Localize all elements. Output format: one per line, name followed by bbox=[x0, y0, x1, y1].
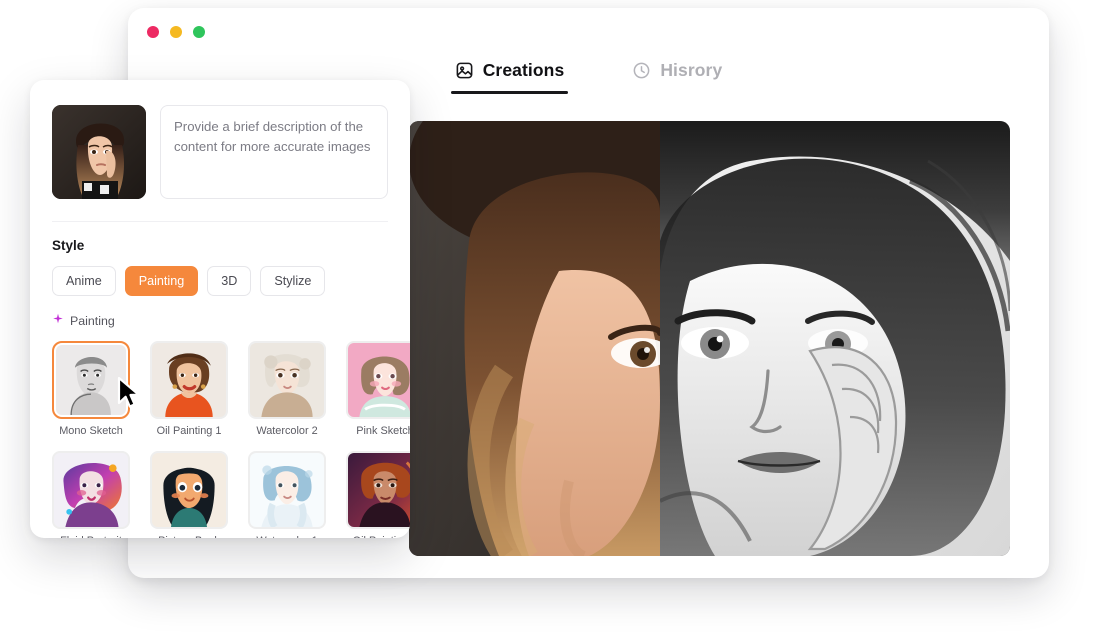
style-preset-label: Picture Book bbox=[150, 535, 228, 538]
tab-history-label: Hisrory bbox=[660, 60, 722, 81]
style-preset-grid: Mono Sketch bbox=[52, 341, 388, 538]
window-titlebar bbox=[128, 8, 1049, 52]
style-preset-pink-sketch[interactable]: Pink Sketch bbox=[346, 341, 410, 437]
sparkle-icon bbox=[52, 312, 64, 330]
style-preset-thumb[interactable] bbox=[52, 451, 130, 529]
prompt-row: Provide a brief description of the conte… bbox=[52, 105, 388, 199]
style-preset-picture-book[interactable]: Picture Book bbox=[150, 451, 228, 538]
style-preset-thumb[interactable] bbox=[248, 451, 326, 529]
style-preset-thumb[interactable] bbox=[248, 341, 326, 419]
tab-creations-label: Creations bbox=[483, 60, 565, 81]
clock-icon bbox=[632, 61, 651, 80]
tab-history[interactable]: Hisrory bbox=[628, 56, 726, 94]
preset-group-label: Painting bbox=[70, 314, 115, 328]
style-preset-watercolor-2[interactable]: Watercolor 2 bbox=[248, 341, 326, 437]
screen: Creations Hisrory bbox=[0, 0, 1099, 642]
style-chip-painting[interactable]: Painting bbox=[125, 266, 199, 296]
result-image-after bbox=[660, 121, 1010, 556]
preset-group-header: Painting bbox=[52, 312, 388, 330]
style-preset-thumb[interactable] bbox=[150, 341, 228, 419]
source-image-thumbnail[interactable] bbox=[52, 105, 146, 199]
style-chip-3d[interactable]: 3D bbox=[207, 266, 251, 296]
style-preset-thumb[interactable] bbox=[346, 451, 410, 529]
close-window-button[interactable] bbox=[147, 26, 159, 38]
style-preset-label: Watercolor 1 bbox=[248, 535, 326, 538]
style-chip-group: Anime Painting 3D Stylize bbox=[52, 266, 388, 296]
style-preset-label: Mono Sketch bbox=[52, 425, 130, 437]
style-preset-oil-painting-1[interactable]: Oil Painting 1 bbox=[150, 341, 228, 437]
window-controls bbox=[147, 26, 205, 38]
style-preset-oil-painting-2[interactable]: Oil Painting 2 bbox=[346, 451, 410, 538]
style-preset-watercolor-1[interactable]: Watercolor 1 bbox=[248, 451, 326, 538]
style-preset-label: Pink Sketch bbox=[346, 425, 410, 437]
minimize-window-button[interactable] bbox=[170, 26, 182, 38]
image-icon bbox=[455, 61, 474, 80]
style-preset-fluid-portrait[interactable]: Fluid Portrait bbox=[52, 451, 130, 538]
style-preset-thumb[interactable] bbox=[52, 341, 130, 419]
style-section-title: Style bbox=[52, 238, 388, 253]
style-chip-stylize[interactable]: Stylize bbox=[260, 266, 325, 296]
result-image[interactable] bbox=[409, 121, 1010, 556]
style-preset-label: Oil Painting 1 bbox=[150, 425, 228, 437]
prompt-textarea[interactable]: Provide a brief description of the conte… bbox=[160, 105, 388, 199]
style-preset-mono-sketch[interactable]: Mono Sketch bbox=[52, 341, 130, 437]
panel-divider bbox=[52, 221, 388, 222]
style-preset-label: Fluid Portrait bbox=[52, 535, 130, 538]
maximize-window-button[interactable] bbox=[193, 26, 205, 38]
style-preset-label: Watercolor 2 bbox=[248, 425, 326, 437]
style-chip-anime[interactable]: Anime bbox=[52, 266, 116, 296]
style-settings-panel: Provide a brief description of the conte… bbox=[30, 80, 410, 538]
style-preset-thumb[interactable] bbox=[346, 341, 410, 419]
prompt-placeholder: Provide a brief description of the conte… bbox=[174, 117, 374, 157]
tab-creations[interactable]: Creations bbox=[451, 56, 569, 94]
result-image-before bbox=[409, 121, 660, 556]
style-preset-thumb[interactable] bbox=[150, 451, 228, 529]
